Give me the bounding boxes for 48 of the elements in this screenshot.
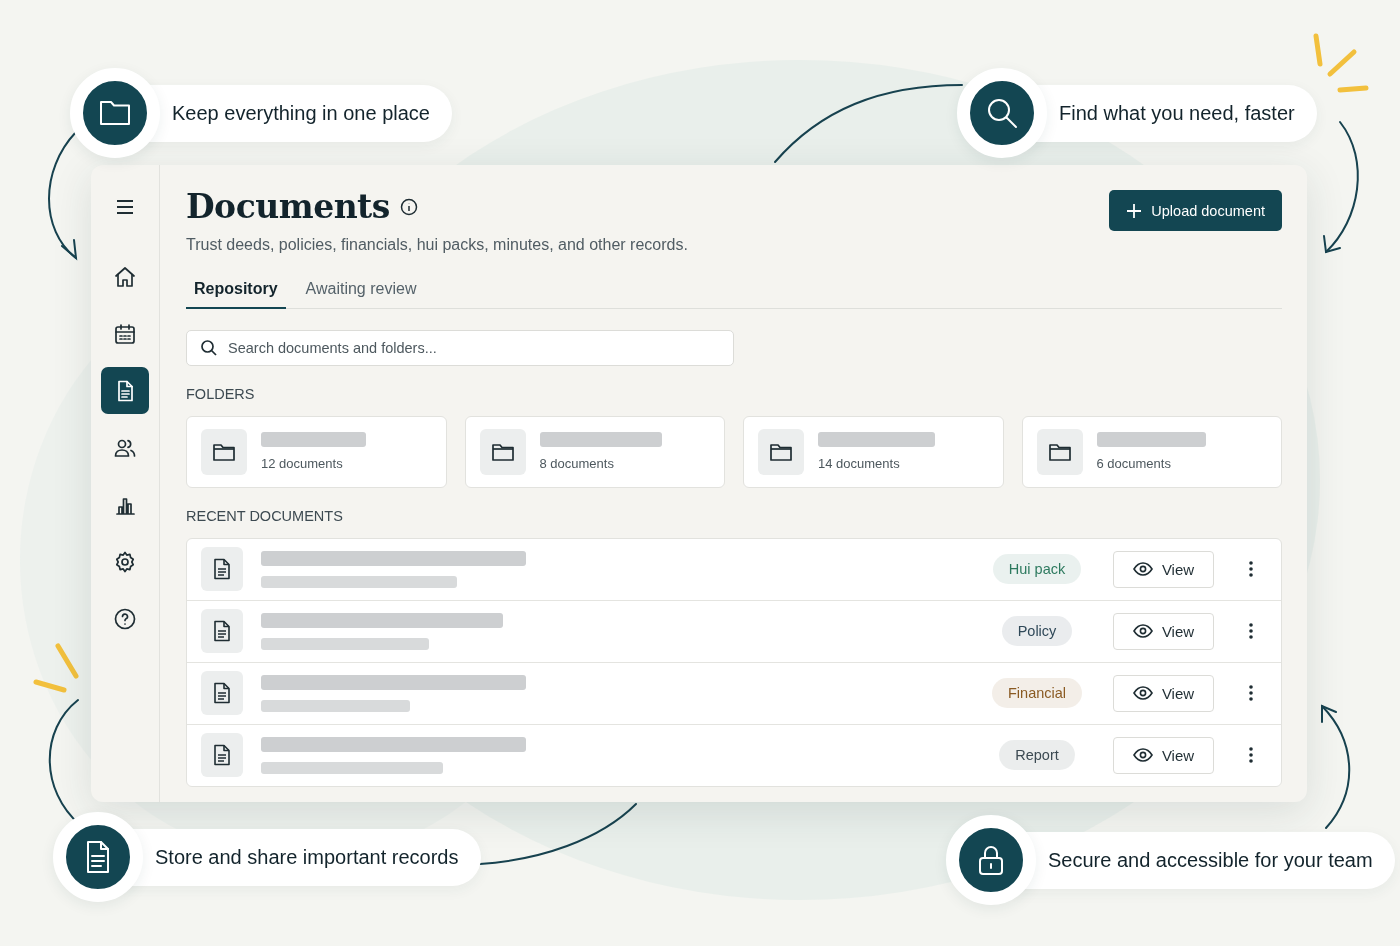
tab[interactable]: Repository (186, 274, 286, 309)
settings-icon (113, 549, 137, 574)
calendar-icon (113, 321, 137, 346)
home-icon (113, 264, 137, 289)
section-heading: FOLDERS (186, 385, 256, 402)
eye-icon (1132, 562, 1153, 576)
folder-card[interactable]: 14 documents (743, 415, 1004, 488)
document-count: 14 documents (818, 456, 901, 471)
section-heading: RECENT DOCUMENTS (186, 507, 344, 524)
folder-icon (201, 428, 247, 475)
document-icon (201, 547, 243, 591)
document-icon (201, 671, 243, 715)
folder-card[interactable]: 8 documents (464, 415, 725, 488)
folder-icon (479, 428, 526, 475)
upload-button[interactable]: Upload document (1109, 190, 1282, 231)
document-count: 12 documents (261, 456, 344, 471)
document-icon (201, 733, 243, 777)
eye-icon (1132, 686, 1153, 700)
search-icon (200, 338, 218, 357)
document-icon (201, 609, 243, 653)
view-button[interactable]: View (1113, 612, 1214, 650)
eye-icon (1132, 748, 1153, 762)
view-button[interactable]: View (1113, 736, 1214, 774)
help-icon (113, 606, 137, 631)
page-subtitle: Trust deeds, policies, financials, hui packs, minutes, and other records. (186, 236, 688, 254)
view-button[interactable]: View (1113, 674, 1214, 712)
more-icon[interactable] (1248, 684, 1254, 702)
sidebar-item[interactable] (101, 367, 149, 414)
tab[interactable]: Awaiting review (297, 274, 425, 309)
page-title: Documents (186, 187, 390, 226)
more-icon[interactable] (1248, 560, 1254, 578)
search-field[interactable]: Search documents and folders... (186, 329, 734, 366)
category-tag: Policy (1001, 616, 1073, 646)
info-icon[interactable] (399, 197, 418, 216)
more-icon[interactable] (1248, 746, 1254, 764)
folder-icon (758, 428, 804, 475)
document-count: 8 documents (539, 456, 615, 471)
folder-card[interactable]: 6 documents (1021, 415, 1282, 488)
plus-icon (1126, 202, 1143, 219)
folder-card[interactable]: 12 documents (186, 415, 447, 488)
document-count: 6 documents (1096, 456, 1172, 471)
category-tag: Report (999, 740, 1075, 770)
category-tag: Hui pack (992, 554, 1082, 584)
eye-icon (1132, 624, 1153, 638)
more-icon[interactable] (1248, 622, 1254, 640)
category-tag: Financial (992, 678, 1082, 708)
view-button[interactable]: View (1113, 550, 1214, 588)
folder-icon (1036, 428, 1083, 475)
